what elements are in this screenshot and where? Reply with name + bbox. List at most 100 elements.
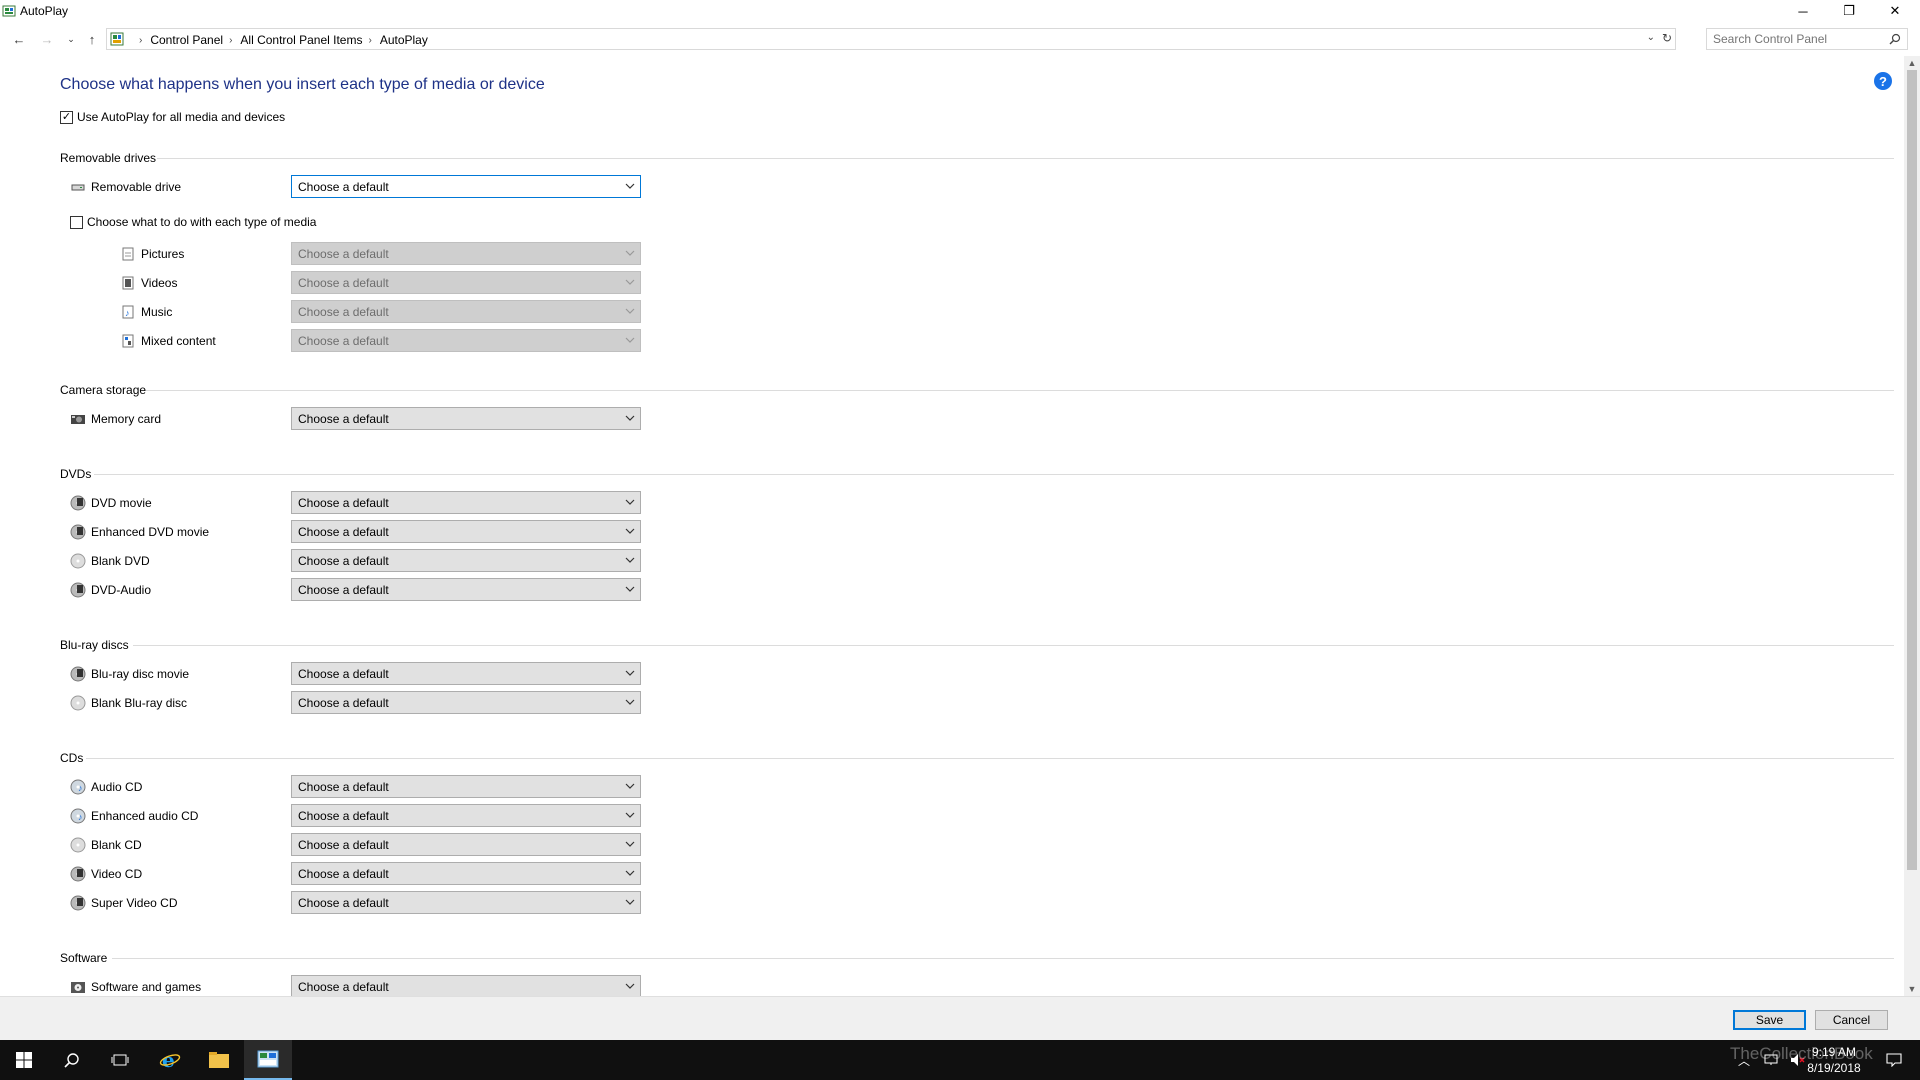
start-windows-icon[interactable]	[0, 1040, 48, 1080]
media-dropdown-mixed[interactable]: Choose a default	[291, 329, 641, 352]
back-arrow-icon[interactable]: ←	[10, 30, 28, 48]
close-button[interactable]: ✕	[1872, 0, 1918, 22]
taskbar: e ︿ 9:19 AM 8/19/2018	[0, 1040, 1920, 1080]
scroll-thumb[interactable]	[1907, 70, 1917, 870]
dvd-label-audio: DVD-Audio	[70, 582, 151, 598]
bluray-label-movie: Blu-ray disc movie	[70, 666, 189, 682]
chevron-down-icon	[625, 870, 635, 876]
help-icon[interactable]: ?	[1874, 72, 1892, 90]
search-icon[interactable]	[48, 1040, 96, 1080]
breadcrumb-chevron-icon[interactable]: ›	[368, 35, 371, 46]
audio-cd-icon: ♪	[70, 779, 86, 795]
save-button[interactable]: Save	[1733, 1010, 1806, 1030]
chevron-down-icon	[625, 983, 635, 989]
dvd-dropdown-blank[interactable]: Choose a default	[291, 549, 641, 572]
use-autoplay-checkbox-row[interactable]: ✓ Use AutoPlay for all media and devices	[60, 110, 285, 124]
chevron-down-icon	[625, 337, 635, 343]
enhanced-audio-cd-icon: ♪	[70, 808, 86, 824]
chevron-down-icon	[625, 250, 635, 256]
section-title-software: Software	[60, 951, 108, 965]
breadcrumb-all-items[interactable]: All Control Panel Items	[240, 33, 362, 47]
chevron-down-icon	[625, 279, 635, 285]
bluray-dropdown-blank[interactable]: Choose a default	[291, 691, 641, 714]
dvd-dropdown-enhanced[interactable]: Choose a default	[291, 520, 641, 543]
use-autoplay-label: Use AutoPlay for all media and devices	[77, 110, 286, 124]
breadcrumb-chevron-icon[interactable]: ›	[139, 35, 142, 46]
camera-label-memory-card: Memory card	[70, 411, 161, 427]
recent-locations-chevron-icon[interactable]: ⌄	[62, 30, 80, 48]
chevron-down-icon	[625, 783, 635, 789]
per-media-checkbox[interactable]	[70, 215, 83, 229]
dvd-dropdown-movie[interactable]: Choose a default	[291, 491, 641, 514]
cd-label-super-video: Super Video CD	[70, 895, 178, 911]
scroll-down-arrow-icon[interactable]: ▼	[1904, 982, 1920, 996]
per-media-label: Choose what to do with each type of medi…	[87, 215, 317, 229]
cd-dropdown-super-video[interactable]: Choose a default	[291, 891, 641, 914]
address-bar[interactable]: › Control Panel › All Control Panel Item…	[106, 28, 1676, 50]
section-divider	[157, 158, 1894, 159]
section-divider	[112, 958, 1894, 959]
cd-dropdown-video[interactable]: Choose a default	[291, 862, 641, 885]
file-explorer-icon[interactable]	[195, 1040, 243, 1080]
breadcrumb-autoplay[interactable]: AutoPlay	[380, 33, 428, 47]
blank-cd-icon	[70, 837, 86, 853]
pictures-icon	[120, 246, 136, 262]
cd-label-video: Video CD	[70, 866, 142, 882]
cd-label-enhanced: ♪ Enhanced audio CD	[70, 808, 198, 824]
action-center-icon[interactable]	[1886, 1040, 1902, 1080]
search-input[interactable]	[1707, 29, 1877, 49]
scroll-up-arrow-icon[interactable]: ▲	[1904, 56, 1920, 70]
dvd-audio-icon	[70, 582, 86, 598]
enhanced-dvd-icon	[70, 524, 86, 540]
refresh-icon[interactable]: ↻	[1662, 31, 1672, 45]
super-video-cd-icon	[70, 895, 86, 911]
blank-bluray-icon	[70, 695, 86, 711]
footer-bar: Save Cancel	[0, 996, 1920, 1040]
video-cd-icon	[70, 866, 86, 882]
search-icon[interactable]	[1889, 33, 1901, 45]
use-autoplay-checkbox[interactable]: ✓	[60, 110, 73, 124]
software-dropdown-games[interactable]: Choose a default	[291, 975, 641, 996]
watermark-text: TheCollectionBook	[1730, 1044, 1873, 1063]
chevron-down-icon	[625, 699, 635, 705]
section-title-dvds: DVDs	[60, 467, 92, 481]
dvd-dropdown-audio[interactable]: Choose a default	[291, 578, 641, 601]
software-label-games: Software and games	[70, 979, 201, 995]
internet-explorer-icon[interactable]: e	[146, 1040, 194, 1080]
chevron-down-icon	[625, 499, 635, 505]
control-panel-taskbar-icon[interactable]	[244, 1040, 292, 1080]
media-dropdown-music[interactable]: Choose a default	[291, 300, 641, 323]
forward-arrow-icon[interactable]: →	[38, 30, 56, 48]
removable-drive-dropdown[interactable]: Choose a default	[291, 175, 641, 198]
cd-dropdown-enhanced[interactable]: Choose a default	[291, 804, 641, 827]
address-dropdown-icon[interactable]: ⌄	[1647, 32, 1655, 43]
cancel-button[interactable]: Cancel	[1815, 1010, 1888, 1030]
breadcrumb-control-panel[interactable]: Control Panel	[150, 33, 223, 47]
cd-dropdown-blank[interactable]: Choose a default	[291, 833, 641, 856]
per-media-checkbox-row[interactable]: Choose what to do with each type of medi…	[70, 215, 316, 229]
chevron-down-icon	[625, 557, 635, 563]
bluray-label-blank: Blank Blu-ray disc	[70, 695, 187, 711]
svg-text:♪: ♪	[78, 812, 83, 822]
section-divider	[86, 758, 1894, 759]
window-title: AutoPlay	[20, 4, 69, 18]
svg-text:♪: ♪	[78, 783, 83, 793]
cd-dropdown-audio[interactable]: Choose a default	[291, 775, 641, 798]
chevron-down-icon	[625, 586, 635, 592]
dvd-label-enhanced: Enhanced DVD movie	[70, 524, 209, 540]
page-title: Choose what happens when you insert each…	[60, 76, 545, 93]
camera-dropdown-memory-card[interactable]: Choose a default	[291, 407, 641, 430]
minimize-button[interactable]: ─	[1780, 0, 1826, 22]
chevron-down-icon	[625, 308, 635, 314]
search-box[interactable]	[1706, 28, 1908, 50]
section-title-camera: Camera storage	[60, 383, 147, 397]
media-dropdown-pictures[interactable]: Choose a default	[291, 242, 641, 265]
up-arrow-icon[interactable]: ↑	[83, 30, 101, 48]
chevron-down-icon	[625, 183, 635, 189]
media-dropdown-videos[interactable]: Choose a default	[291, 271, 641, 294]
vertical-scrollbar[interactable]: ▲ ▼	[1904, 56, 1920, 996]
bluray-dropdown-movie[interactable]: Choose a default	[291, 662, 641, 685]
breadcrumb-chevron-icon[interactable]: ›	[229, 35, 232, 46]
maximize-button[interactable]: ❐	[1826, 0, 1872, 22]
task-view-icon[interactable]	[96, 1040, 144, 1080]
